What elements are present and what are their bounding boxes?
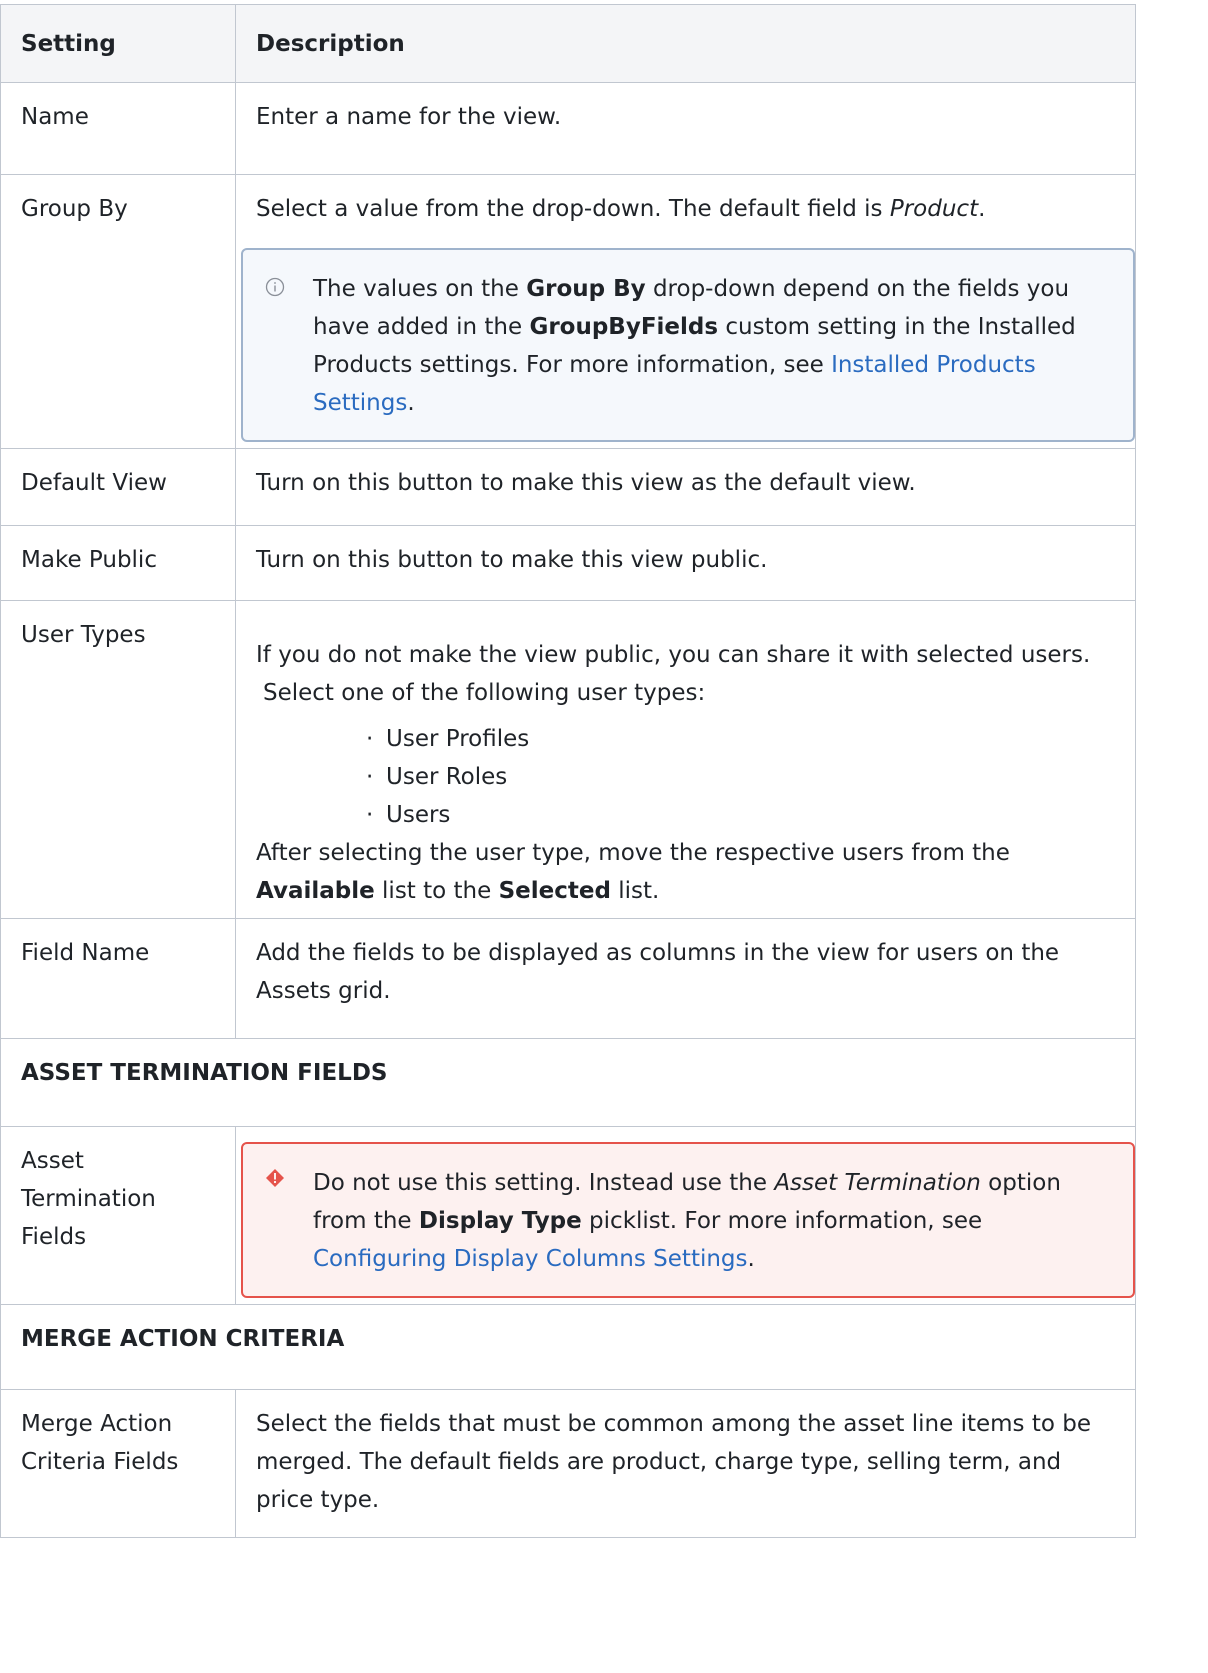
description-field-name: Add the fields to be displayed as column…: [235, 918, 1136, 1039]
section-row: MERGE ACTION CRITERIA: [0, 1304, 1136, 1390]
header-description: Description: [235, 4, 1136, 83]
header-row: Setting Description: [0, 4, 1136, 83]
setting-user-types: User Types: [0, 600, 236, 919]
list-item: Users: [366, 796, 1121, 834]
warning-diamond-icon: [266, 1169, 284, 1187]
table-row: Asset Termination Fields Do not use this…: [0, 1126, 1136, 1305]
setting-merge-action: Merge Action Criteria Fields: [0, 1389, 236, 1538]
description-make-public: Turn on this button to make this view pu…: [235, 525, 1136, 601]
info-circle-icon: [265, 277, 285, 297]
table-row: Make Public Turn on this button to make …: [0, 525, 1136, 601]
setting-asset-termination: Asset Termination Fields: [0, 1126, 236, 1305]
warning-note: Do not use this setting. Instead use the…: [241, 1142, 1135, 1298]
user-types-list: User Profiles User Roles Users: [256, 720, 1121, 834]
user-types-intro: If you do not make the view public, you …: [256, 642, 1091, 668]
list-item: User Profiles: [366, 720, 1121, 758]
section-row: ASSET TERMINATION FIELDS: [0, 1038, 1136, 1127]
setting-field-name: Field Name: [0, 918, 236, 1039]
table-row: User Types If you do not make the view p…: [0, 600, 1136, 919]
user-types-intro2: Select one of the following user types:: [263, 680, 706, 706]
table-row: Group By Select a value from the drop-do…: [0, 174, 1136, 449]
info-note: The values on the Group By drop-down dep…: [241, 248, 1135, 442]
setting-default-view: Default View: [0, 448, 236, 526]
description-user-types: If you do not make the view public, you …: [235, 600, 1136, 919]
setting-group-by: Group By: [0, 174, 236, 449]
description-asset-termination: Do not use this setting. Instead use the…: [235, 1126, 1136, 1305]
section-merge-action: MERGE ACTION CRITERIA: [0, 1304, 1136, 1390]
table-row: Field Name Add the fields to be displaye…: [0, 918, 1136, 1039]
description-name: Enter a name for the view.: [235, 82, 1136, 175]
setting-make-public: Make Public: [0, 525, 236, 601]
user-types-after: After selecting the user type, move the …: [256, 840, 1010, 904]
section-asset-termination: ASSET TERMINATION FIELDS: [0, 1038, 1136, 1127]
setting-name: Name: [0, 82, 236, 175]
settings-table: Setting Description Name Enter a name fo…: [0, 4, 1136, 1538]
description-merge-action: Select the fields that must be common am…: [235, 1389, 1136, 1538]
table-row: Name Enter a name for the view.: [0, 82, 1136, 175]
configuring-display-columns-link[interactable]: Configuring Display Columns Settings: [313, 1246, 748, 1272]
description-default-view: Turn on this button to make this view as…: [235, 448, 1136, 526]
list-item: User Roles: [366, 758, 1121, 796]
table-row: Default View Turn on this button to make…: [0, 448, 1136, 526]
table-row: Merge Action Criteria Fields Select the …: [0, 1389, 1136, 1538]
description-group-by: Select a value from the drop-down. The d…: [235, 174, 1136, 449]
header-setting: Setting: [0, 4, 236, 83]
